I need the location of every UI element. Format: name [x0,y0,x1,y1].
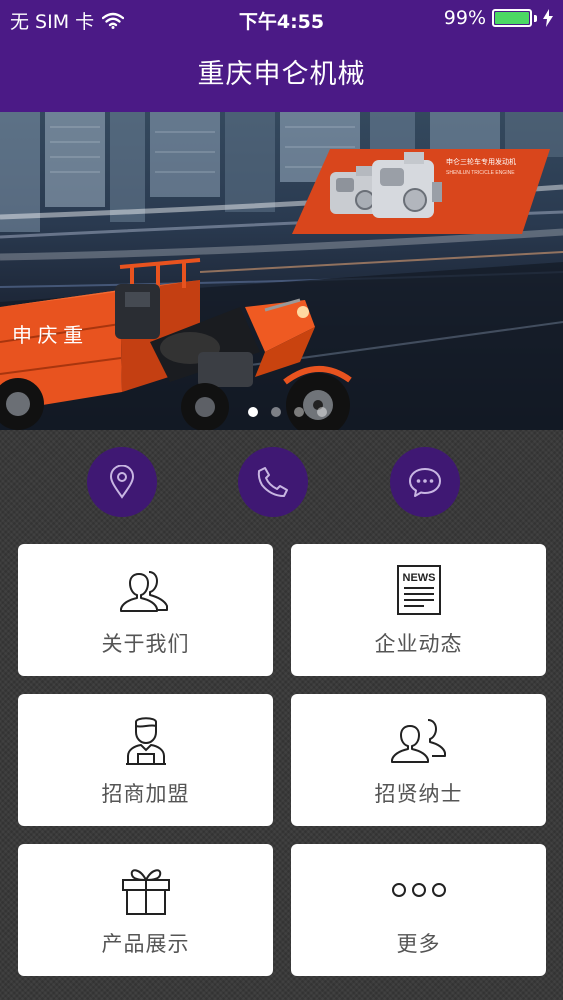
carousel-dot[interactable] [271,407,281,417]
phone-button[interactable] [238,447,308,517]
phone-icon [257,467,288,497]
card-label: 更多 [396,932,441,956]
card-icon-wrap [291,862,546,918]
page-title: 重庆申仑机械 [197,59,366,90]
charging-bolt-icon [543,9,553,27]
carousel-indicator [248,407,327,417]
battery-tip [534,14,537,22]
card-label: 招商加盟 [101,782,190,806]
top-bar: 无 SIM 卡 下午4:55 99% 重庆申仑机械 [0,0,563,112]
battery-level [495,12,529,24]
person-desk-icon [125,717,166,765]
carousel-dot[interactable] [294,407,304,417]
engine-caption-en: SHENLUN TRIC/CLE ENGINE [446,170,515,176]
status-bar: 无 SIM 卡 下午4:55 99% [0,0,563,38]
location-button[interactable] [87,447,157,517]
more-dots-icon [391,883,446,897]
card-icon-wrap [18,562,273,618]
card-icon-wrap [291,712,546,768]
quick-actions [0,447,563,517]
battery-percent: 99% [443,7,486,29]
users-icon [119,571,168,612]
banner-carousel[interactable]: 申仑三轮车专用发动机 SHENLUN TRIC/CLE ENGINE 申 庆 重 [0,112,563,430]
newspaper-icon: NEWS [396,565,441,615]
banner-illustration: 申仑三轮车专用发动机 SHENLUN TRIC/CLE ENGINE 申 庆 重 [0,112,563,430]
menu-card-about[interactable]: 关于我们 [18,544,273,676]
engine-caption: 申仑三轮车专用发动机 [446,157,516,166]
news-icon-text: NEWS [402,572,435,584]
card-label: 产品展示 [101,932,190,956]
carousel-dot[interactable] [317,407,327,417]
menu-card-news[interactable]: NEWS 企业动态 [291,544,546,676]
location-pin-icon [109,465,135,499]
engine-graphic-right [372,152,442,218]
card-label: 招贤纳士 [374,782,463,806]
gift-box-icon [121,869,170,915]
card-icon-wrap: NEWS [291,562,546,618]
engine-block [198,352,253,387]
card-icon-wrap [18,712,273,768]
menu-card-more[interactable]: 更多 [291,844,546,976]
carousel-dot[interactable] [248,407,258,417]
engine-promo: 申仑三轮车专用发动机 SHENLUN TRIC/CLE ENGINE [292,149,550,234]
menu-card-products[interactable]: 产品展示 [18,844,273,976]
truck-lettering: 申 庆 重 [12,324,83,347]
status-right: 99% [444,7,553,29]
battery-icon [492,9,532,27]
team-icon [390,719,446,763]
message-button[interactable] [390,447,460,517]
card-icon-wrap [18,862,273,918]
card-label: 企业动态 [374,632,463,656]
menu-card-franchise[interactable]: 招商加盟 [18,694,273,826]
chat-bubble-icon [409,468,441,497]
card-label: 关于我们 [101,632,190,656]
menu-card-recruit[interactable]: 招贤纳士 [291,694,546,826]
